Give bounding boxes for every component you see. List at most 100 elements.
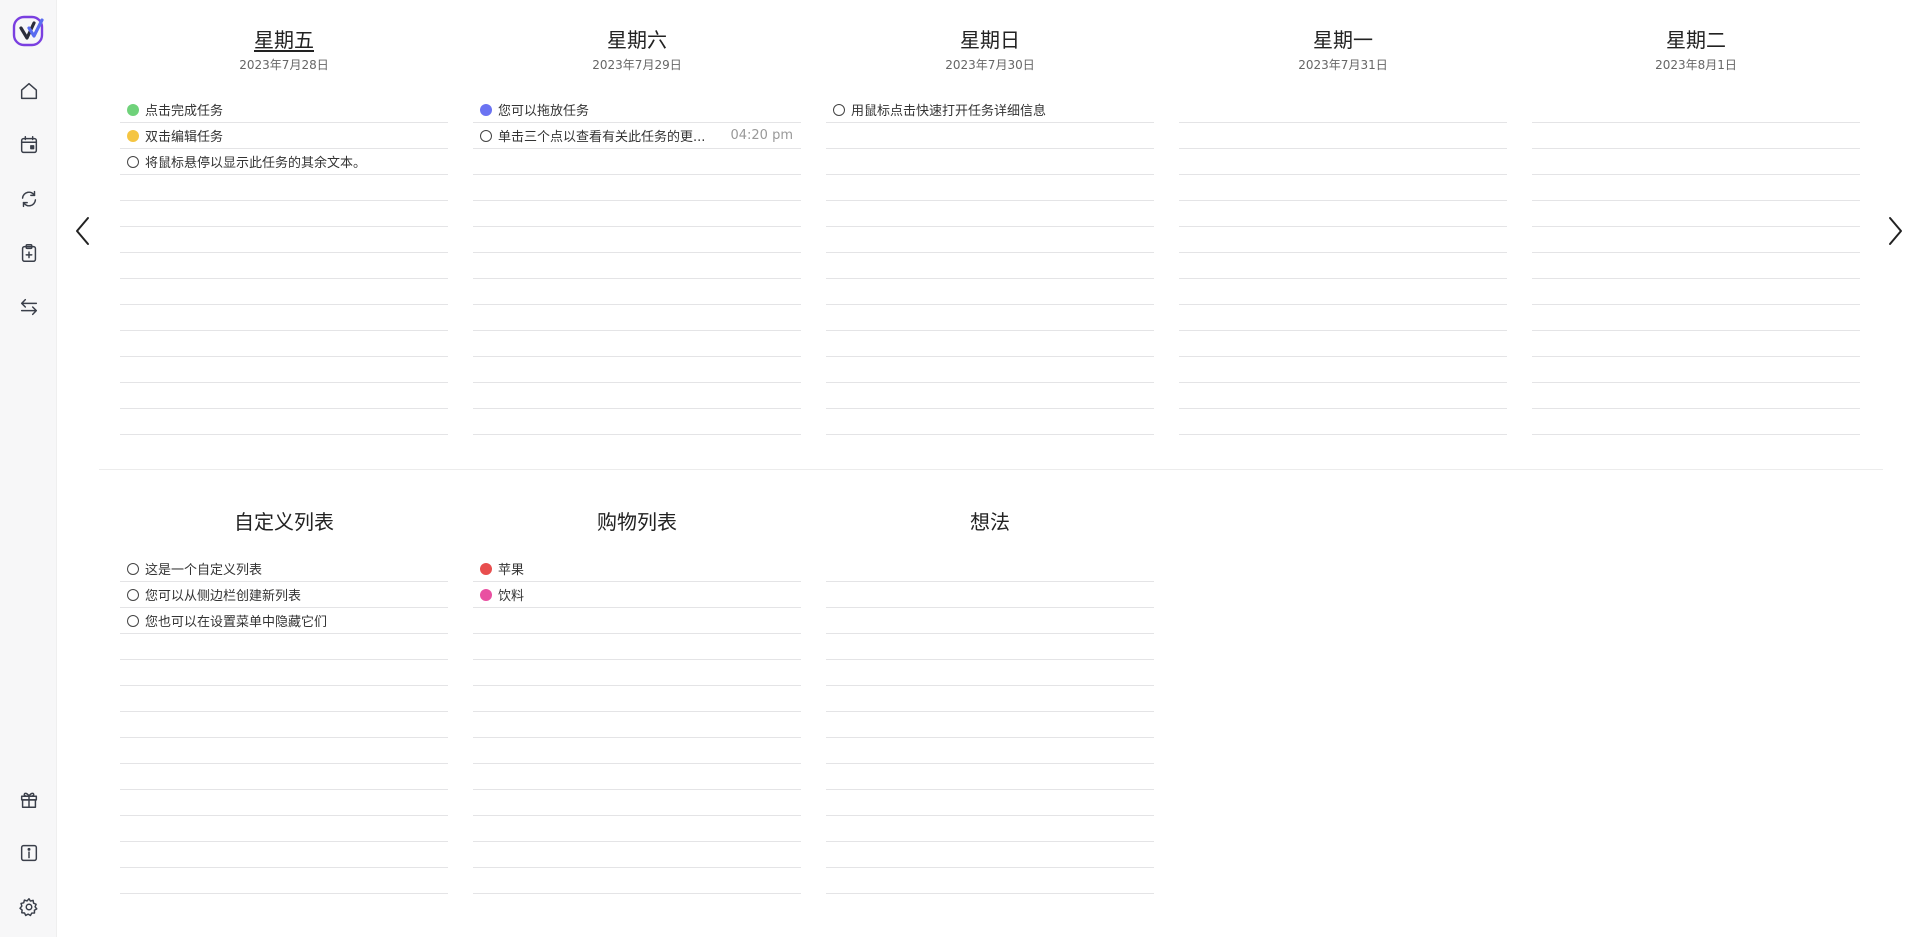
empty-task-row[interactable] [1179,253,1507,279]
empty-task-row[interactable] [120,383,448,409]
info-icon[interactable] [18,842,40,864]
task-checkbox[interactable] [127,155,139,168]
empty-task-row[interactable] [826,738,1154,764]
empty-task-row[interactable] [826,868,1154,894]
empty-task-row[interactable] [120,279,448,305]
list-title[interactable]: 想法 [826,470,1154,562]
list-title[interactable]: 自定义列表 [120,470,448,562]
empty-task-row[interactable] [473,253,801,279]
task-checkbox[interactable] [127,562,139,575]
empty-task-row[interactable] [826,764,1154,790]
empty-task-row[interactable] [1532,97,1860,123]
empty-task-row[interactable] [1179,409,1507,435]
task-color-dot[interactable] [480,103,492,116]
empty-task-row[interactable] [473,305,801,331]
empty-task-row[interactable] [826,582,1154,608]
task-row[interactable]: 将鼠标悬停以显示此任务的其余文本。 [120,149,448,175]
task-row[interactable]: 双击编辑任务 [120,123,448,149]
task-row[interactable]: 苹果 [473,556,801,582]
empty-task-row[interactable] [826,149,1154,175]
empty-task-row[interactable] [120,686,448,712]
empty-task-row[interactable] [826,383,1154,409]
empty-task-row[interactable] [120,764,448,790]
empty-task-row[interactable] [1179,383,1507,409]
transfer-icon[interactable] [18,296,40,318]
task-row[interactable]: 单击三个点以查看有关此任务的更... 04:20 pm [473,123,801,149]
empty-task-row[interactable] [473,634,801,660]
task-row[interactable]: 点击完成任务 [120,97,448,123]
empty-task-row[interactable] [1532,305,1860,331]
empty-task-row[interactable] [1179,175,1507,201]
empty-task-row[interactable] [473,608,801,634]
calendar-icon[interactable] [18,134,40,156]
empty-task-row[interactable] [826,279,1154,305]
app-logo-icon[interactable] [12,14,46,48]
task-checkbox[interactable] [127,588,139,601]
day-title[interactable]: 星期一 [1313,0,1373,52]
empty-task-row[interactable] [473,764,801,790]
empty-task-row[interactable] [473,357,801,383]
gear-icon[interactable] [18,896,40,918]
empty-task-row[interactable] [120,634,448,660]
empty-task-row[interactable] [120,227,448,253]
empty-task-row[interactable] [826,357,1154,383]
empty-task-row[interactable] [826,556,1154,582]
empty-task-row[interactable] [1179,279,1507,305]
list-title[interactable]: 购物列表 [473,470,801,562]
empty-task-row[interactable] [826,253,1154,279]
empty-task-row[interactable] [826,816,1154,842]
empty-task-row[interactable] [1532,201,1860,227]
empty-task-row[interactable] [826,227,1154,253]
empty-task-row[interactable] [1532,123,1860,149]
next-arrow-icon[interactable] [1883,214,1907,248]
day-title[interactable]: 星期五 [254,0,314,52]
empty-task-row[interactable] [473,383,801,409]
empty-task-row[interactable] [473,201,801,227]
empty-task-row[interactable] [1532,331,1860,357]
empty-task-row[interactable] [120,409,448,435]
empty-task-row[interactable] [826,634,1154,660]
empty-task-row[interactable] [120,305,448,331]
task-color-dot[interactable] [480,588,492,601]
empty-task-row[interactable] [826,660,1154,686]
empty-task-row[interactable] [473,175,801,201]
empty-task-row[interactable] [473,227,801,253]
clipboard-icon[interactable] [18,242,40,264]
day-title[interactable]: 星期日 [960,0,1020,52]
task-color-dot[interactable] [127,103,139,116]
empty-task-row[interactable] [826,790,1154,816]
empty-task-row[interactable] [473,842,801,868]
empty-task-row[interactable] [1532,175,1860,201]
empty-task-row[interactable] [1179,305,1507,331]
empty-task-row[interactable] [1532,357,1860,383]
empty-task-row[interactable] [1532,279,1860,305]
empty-task-row[interactable] [120,201,448,227]
empty-task-row[interactable] [826,175,1154,201]
empty-task-row[interactable] [473,790,801,816]
empty-task-row[interactable] [120,868,448,894]
task-color-dot[interactable] [480,562,492,575]
empty-task-row[interactable] [120,712,448,738]
empty-task-row[interactable] [826,331,1154,357]
task-checkbox[interactable] [480,129,492,142]
empty-task-row[interactable] [826,712,1154,738]
empty-task-row[interactable] [120,253,448,279]
empty-task-row[interactable] [826,201,1154,227]
empty-task-row[interactable] [826,686,1154,712]
empty-task-row[interactable] [1532,149,1860,175]
home-icon[interactable] [18,80,40,102]
empty-task-row[interactable] [1532,383,1860,409]
empty-task-row[interactable] [120,816,448,842]
day-title[interactable]: 星期二 [1666,0,1726,52]
empty-task-row[interactable] [1532,253,1860,279]
task-row[interactable]: 这是一个自定义列表 [120,556,448,582]
empty-task-row[interactable] [473,712,801,738]
empty-task-row[interactable] [1179,331,1507,357]
task-row[interactable]: 您可以拖放任务 [473,97,801,123]
empty-task-row[interactable] [120,842,448,868]
empty-task-row[interactable] [473,279,801,305]
empty-task-row[interactable] [1179,227,1507,253]
empty-task-row[interactable] [473,868,801,894]
empty-task-row[interactable] [120,331,448,357]
empty-task-row[interactable] [1179,201,1507,227]
